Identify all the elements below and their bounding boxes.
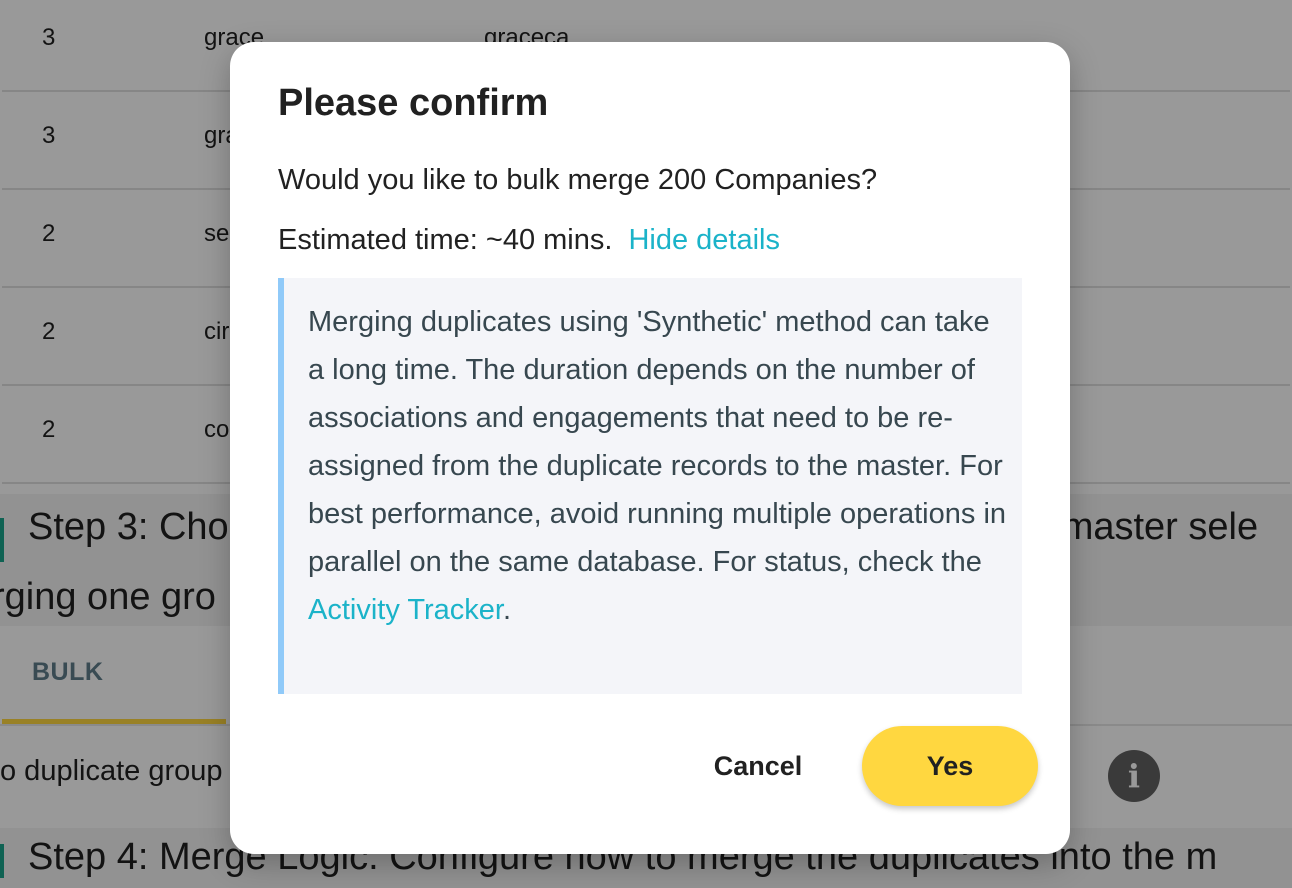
details-body: Merging duplicates using 'Synthetic' met… bbox=[308, 306, 1007, 578]
estimated-time: Estimated time: ~40 mins. bbox=[278, 224, 613, 256]
cancel-button[interactable]: Cancel bbox=[698, 738, 818, 794]
hide-details-link[interactable]: Hide details bbox=[628, 224, 780, 256]
confirm-dialog: Please confirm Would you like to bulk me… bbox=[230, 42, 1070, 854]
details-end: . bbox=[503, 594, 512, 626]
yes-button[interactable]: Yes bbox=[862, 726, 1038, 806]
dialog-title: Please confirm bbox=[278, 82, 549, 124]
dialog-question: Would you like to bulk merge 200 Compani… bbox=[278, 164, 878, 196]
estimated-time-line: Estimated time: ~40 mins. Hide details bbox=[278, 224, 780, 257]
activity-tracker-link[interactable]: Activity Tracker bbox=[308, 594, 503, 626]
details-text: Merging duplicates using 'Synthetic' met… bbox=[308, 298, 1008, 634]
details-panel: Merging duplicates using 'Synthetic' met… bbox=[278, 278, 1022, 694]
